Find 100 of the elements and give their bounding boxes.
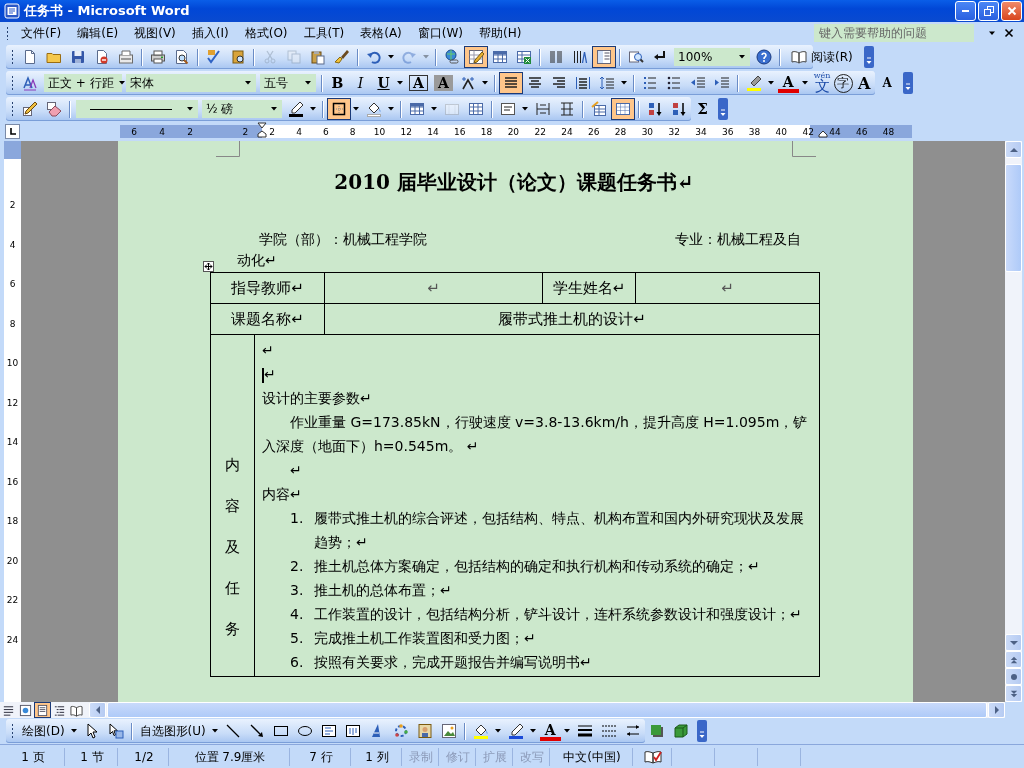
status-item: 改写 [515,748,550,766]
list-item-text: 履带式推土机的综合评述，包括结构、特点、机构布置和国内外研究现状及发展趋势；↵ [314,509,805,552]
shrink-font-button[interactable]: A [875,72,899,94]
status-item: 中文(中国) [552,748,633,766]
ruler-number: 42 [802,126,814,137]
ruler-number: 8 [349,126,356,137]
menu-item[interactable]: 文件(F) [13,22,70,44]
list-number: 5. [290,629,305,648]
menu-item[interactable]: 帮助(H) [471,22,530,44]
menu-button[interactable]: 自选图形(U) [135,720,210,742]
ruler-number: 2 [242,126,249,137]
list-item-text: 完成推土机工作装置图和受力图；↵ [314,629,537,648]
ruler-number: 40 [775,126,788,137]
paragraph-mark: ↵ [264,366,276,382]
ruler-number: 22 [6,594,19,607]
menu-item[interactable]: 格式(O) [236,22,296,44]
font-color-button[interactable]: A [776,72,800,94]
ruler-number: 24 [561,126,573,137]
list-item-text: 工作装置的设计，包括结构分析，铲斗设计，连杆系统参数设计和强度设计；↵ [314,605,803,624]
menu-item[interactable]: 工具(T) [295,22,353,44]
ruler-number: 2 [187,126,193,137]
status-item: 1/2 [120,748,169,766]
bold-button[interactable]: B [326,72,349,94]
paragraph: 设计的主要参数↵ [262,390,372,406]
status-item: 7 行 [292,748,351,766]
table-cell: 履带式推土机的设计↵ [498,309,646,329]
status-item: 位置 7.9厘米 [171,748,290,766]
list-number: 3. [290,581,305,600]
list-number: 1. [290,509,305,528]
department-line: 学院（部）：机械工程学院 专业：机械工程及自动化↵ [237,230,802,270]
ruler-number: 10 [373,126,386,137]
ruler-number: 16 [454,126,466,137]
ruler-number: 4 [296,126,302,137]
status-item: 1 列 [353,748,402,766]
ruler-number: 24 [6,633,19,647]
sum-button[interactable]: Σ [691,98,714,120]
ruler-number: 44 [829,126,841,137]
status-item: 1 节 [67,748,118,766]
status-item: 录制 [404,748,439,766]
ruler-number: 6 [322,126,329,137]
ruler-number: 18 [6,515,19,528]
ruler-number: 20 [6,554,19,568]
character-border-button[interactable]: A [409,75,428,91]
ruler-number: 38 [748,126,761,137]
grow-font-button[interactable]: A [852,72,876,94]
table-cell: 学生姓名↵ [552,278,626,298]
dropdown-field[interactable]: 宋体 [126,74,256,92]
paragraph: 作业重量 G=173.85kN，行驶速度 v=3.8-13.6km/h，提升高度 H=1.095m，铲入深度（地面下）h=0.545m。 ↵ [262,413,809,456]
ruler-number: 10 [6,357,19,370]
help-search-field[interactable]: 键入需要帮助的问题 [814,24,974,42]
status-item: 扩展 [478,748,513,766]
menu-item[interactable]: 视图(V) [126,22,184,44]
dropdown-field[interactable]: 五号 [260,74,316,92]
list-item-text: 按照有关要求，完成开题报告并编写说明书↵ [314,653,593,672]
italic-button[interactable]: I [349,72,372,94]
font-color-button[interactable]: A [538,720,562,742]
dropdown-field[interactable]: 100% [674,48,750,66]
ruler-number: 48 [882,126,895,137]
ruler-number: 12 [6,396,19,410]
ruler-number: 32 [668,126,680,137]
ruler-number: 26 [588,126,600,137]
ruler-number: 4 [159,126,165,137]
window-title: 任务书 - Microsoft Word [24,2,190,20]
dropdown-field[interactable]: ½ 磅 [202,100,282,118]
menu-item[interactable]: 窗口(W) [409,22,472,44]
ruler-number: 6 [131,126,137,137]
ruler-number: 18 [480,126,493,137]
table-cell: 课题名称↵ [231,309,304,329]
ruler-number: 2 [9,199,16,212]
list-number: 4. [290,605,305,624]
menu-item[interactable]: 插入(I) [183,22,237,44]
phonetic-guide-button[interactable]: wén 文 [810,72,834,94]
list-number: 6. [290,653,305,672]
document-title: 2010 届毕业设计（论文）课题任务书↵ [334,170,694,194]
ruler-number: 20 [507,126,520,137]
status-item: 1 页 [2,748,65,766]
underline-button[interactable]: U [372,72,395,94]
menu-item[interactable]: 编辑(E) [69,22,127,44]
paragraph: ↵ [289,461,303,480]
vertical-ruler[interactable]: 2 4 6 8 10 12 14 16 18 20 22 24 [4,141,21,702]
reading-button[interactable]: 阅读(R) [784,46,860,68]
menu-button[interactable]: 绘图(D) [18,720,69,742]
ruler-number: 4 [9,238,16,252]
table-cell: 指导教师↵ [231,278,304,298]
ruler-number: 28 [614,126,627,137]
menu-item[interactable]: 表格(A) [352,22,410,44]
list-item-text: 推土机的总体布置；↵ [314,581,453,600]
character-shading-button[interactable]: A [433,75,453,91]
ruler-number: 46 [856,126,868,137]
table-cell-text: 内容及任务 [225,455,240,640]
list-item-text: 推土机总体方案确定，包括结构的确定和执行机构和传动系统的确定；↵ [314,557,761,576]
ruler-number: 6 [9,278,16,291]
ruler-number: 36 [722,126,734,137]
ruler-number: 12 [400,126,412,137]
horizontal-ruler[interactable]: 6 4 2 2 2 4 6 8 10 12 14 16 18 20 22 24 26 28 30 32 34 36 38 40 42 44 46 48 [120,125,912,138]
dropdown-field[interactable]: 正文 + 行距 [44,74,122,92]
table-cell: ↵ [427,279,440,297]
ruler-number: 30 [641,126,654,137]
ruler-number: 14 [6,436,19,449]
paragraph: 内容↵ [262,486,302,502]
